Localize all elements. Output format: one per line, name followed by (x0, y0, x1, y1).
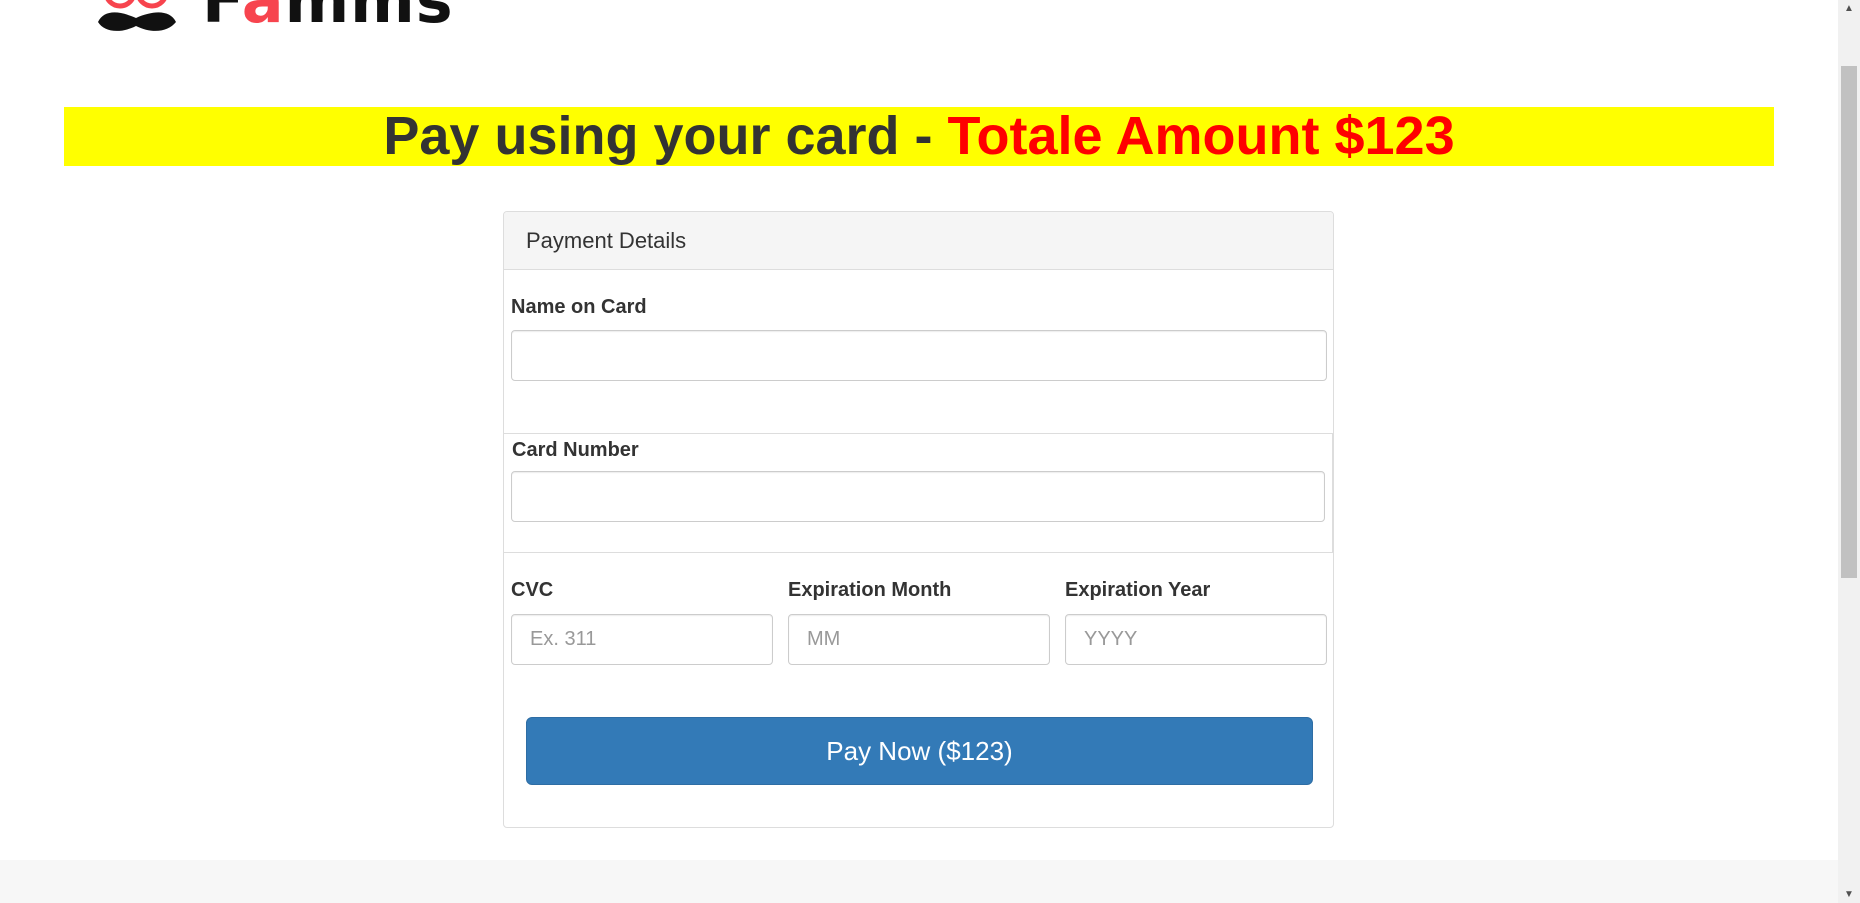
banner-prefix: Pay using your card - (383, 106, 948, 166)
footer-strip (0, 860, 1838, 903)
mustache-glasses-icon (98, 0, 176, 31)
expiration-month-input[interactable] (788, 614, 1050, 665)
site-logo[interactable]: Famms (90, 0, 490, 38)
expiration-year-label: Expiration Year (1065, 579, 1211, 601)
expiration-year-input[interactable] (1065, 614, 1327, 665)
name-on-card-input[interactable] (511, 330, 1327, 381)
card-number-input[interactable] (511, 471, 1325, 522)
card-number-label: Card Number (512, 439, 639, 461)
vertical-scrollbar[interactable]: ▲ ▼ (1838, 0, 1860, 903)
pay-now-button[interactable]: Pay Now ($123) (526, 717, 1313, 785)
cvc-input[interactable] (511, 614, 773, 665)
logo-text: Famms (202, 0, 454, 37)
banner-total-amount: Totale Amount $123 (947, 106, 1455, 166)
cvc-label: CVC (511, 579, 554, 601)
scroll-thumb[interactable] (1841, 66, 1857, 578)
scroll-up-arrow-icon[interactable]: ▲ (1838, 0, 1860, 17)
scroll-down-arrow-icon[interactable]: ▼ (1838, 886, 1860, 903)
page: Famms Pay using your card - Totale Amoun… (0, 0, 1860, 903)
payment-banner: Pay using your card - Totale Amount $123 (64, 107, 1774, 166)
payment-panel: Payment Details Name on Card Card Number… (503, 211, 1334, 828)
card-number-group: Card Number (504, 433, 1333, 553)
expiration-month-label: Expiration Month (788, 579, 952, 601)
panel-heading: Payment Details (504, 212, 1333, 270)
name-on-card-label: Name on Card (511, 296, 647, 318)
main-content: Famms Pay using your card - Totale Amoun… (0, 0, 1838, 860)
